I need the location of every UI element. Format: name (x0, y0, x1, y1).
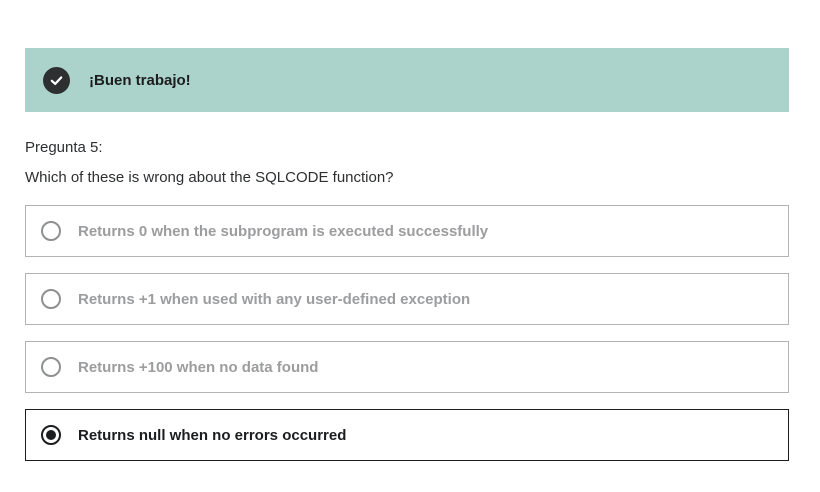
answer-option-3[interactable]: Returns +100 when no data found (25, 341, 789, 393)
answer-option-label: Returns null when no errors occurred (78, 426, 347, 444)
answer-option-1[interactable]: Returns 0 when the subprogram is execute… (25, 205, 789, 257)
question-text: Which of these is wrong about the SQLCOD… (25, 169, 394, 186)
answer-option-label: Returns 0 when the subprogram is execute… (78, 222, 489, 240)
feedback-banner: ¡Buen trabajo! (25, 48, 789, 112)
radio-button[interactable] (41, 357, 61, 377)
radio-button[interactable] (41, 221, 61, 241)
answer-option-label: Returns +100 when no data found (78, 358, 319, 376)
answer-option-4[interactable]: Returns null when no errors occurred (25, 409, 789, 461)
radio-button-selected[interactable] (41, 425, 61, 445)
question-number: Pregunta 5: (25, 139, 103, 156)
radio-button[interactable] (41, 289, 61, 309)
check-circle-icon (43, 66, 70, 94)
feedback-message: ¡Buen trabajo! (89, 71, 191, 89)
radio-selected-dot (46, 430, 56, 440)
answer-option-label: Returns +1 when used with any user-defin… (78, 290, 471, 308)
answer-option-2[interactable]: Returns +1 when used with any user-defin… (25, 273, 789, 325)
